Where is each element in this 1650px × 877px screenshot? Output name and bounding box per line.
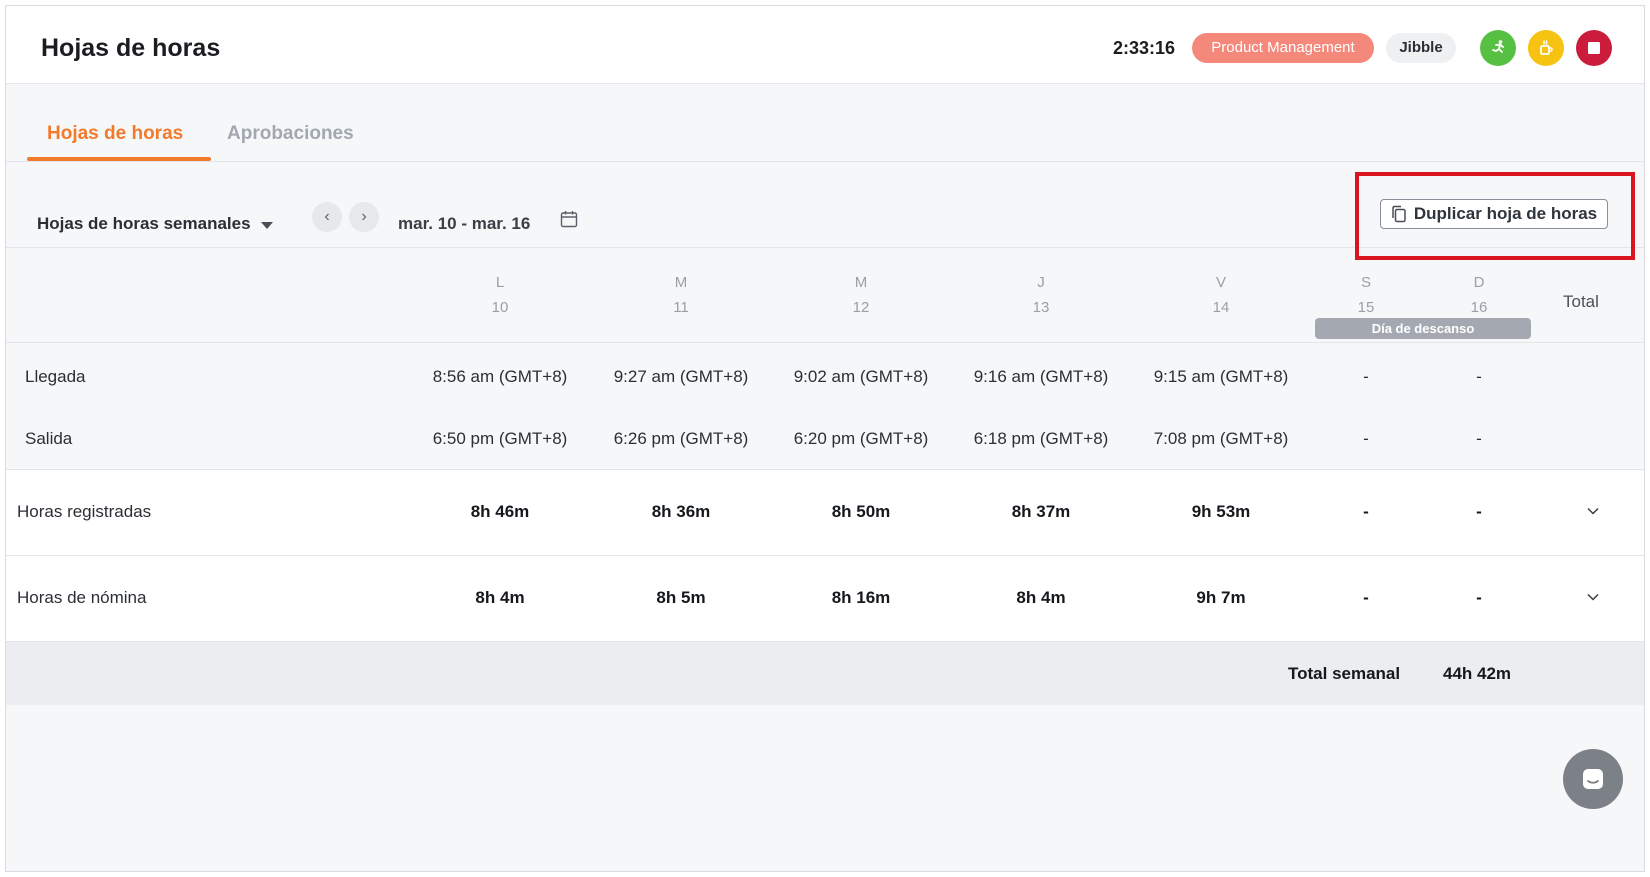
weekly-total-label: Total semanal	[1288, 664, 1401, 683]
calendar-icon[interactable]	[560, 210, 578, 228]
tracked-hours-cell: 8h 36m	[651, 502, 711, 521]
running-icon	[1492, 40, 1504, 53]
clock-times-section: Llegada 8:56 am (GMT+8) 9:27 am (GMT+8) …	[6, 343, 1644, 470]
previous-week-button[interactable]: ‹	[312, 202, 342, 232]
tracked-hours-row[interactable]: Horas registradas 8h 46m 8h 36m 8h 50m 8…	[6, 470, 1644, 556]
payroll-hours-row[interactable]: Horas de nómina 8h 4m 8h 5m 8h 16m 8h 4m…	[6, 556, 1644, 642]
tab-bar: Hojas de horas Aprobaciones	[6, 84, 1644, 162]
arrival-cell[interactable]: 8:56 am (GMT+8)	[415, 367, 585, 387]
payroll-hours-cell: -	[1476, 588, 1482, 607]
departure-label: Salida	[25, 429, 73, 448]
weekly-total-bar: Total semanal 44h 42m	[6, 642, 1644, 705]
chat-icon	[1583, 769, 1603, 789]
view-dropdown[interactable]: Hojas de horas semanales	[37, 214, 273, 234]
app-frame: Hojas de horas 2:33:16 Product Managemen…	[5, 5, 1645, 872]
day-number: 16	[1470, 299, 1488, 316]
caret-down-icon	[260, 221, 273, 229]
organization-chip[interactable]: Jibble	[1386, 33, 1456, 63]
day-letter: L	[495, 274, 505, 291]
tracked-hours-cell: 8h 46m	[470, 502, 530, 521]
day-letter: M	[674, 274, 688, 291]
chevron-down-icon[interactable]	[1586, 504, 1600, 518]
tab-approvals[interactable]: Aprobaciones	[227, 123, 354, 145]
day-header-sun: D 16	[1419, 274, 1539, 316]
day-letter: M	[854, 274, 868, 291]
rest-day-badge: Día de descanso	[1315, 318, 1531, 339]
duplicate-timesheet-label: Duplicar hoja de horas	[1413, 204, 1598, 223]
tab-timesheets[interactable]: Hojas de horas	[47, 123, 183, 145]
break-button[interactable]	[1528, 30, 1564, 66]
tracked-hours-label: Horas registradas	[17, 502, 152, 521]
total-column-header: Total	[1563, 292, 1599, 311]
departure-cell[interactable]: 6:18 pm (GMT+8)	[956, 429, 1126, 449]
date-range-label: mar. 10 - mar. 16	[398, 214, 531, 233]
tracked-hours-cell: 8h 50m	[831, 502, 891, 521]
next-week-button[interactable]: ›	[349, 202, 379, 232]
day-number: 14	[1212, 299, 1230, 316]
top-header: Hojas de horas 2:33:16 Product Managemen…	[6, 6, 1644, 84]
day-number: 13	[1032, 299, 1050, 316]
payroll-hours-cell: 8h 5m	[656, 588, 706, 607]
day-letter: V	[1215, 274, 1226, 291]
page-title: Hojas de horas	[41, 34, 221, 62]
active-tab-indicator	[27, 157, 211, 161]
day-header-fri: V 14	[1161, 274, 1281, 316]
day-header-thu: J 13	[981, 274, 1101, 316]
day-number: 10	[491, 299, 509, 316]
tracked-hours-cell: -	[1476, 502, 1482, 521]
duplicate-timesheet-button[interactable]: Duplicar hoja de horas	[1380, 199, 1608, 229]
departure-cell[interactable]: -	[1394, 429, 1564, 449]
coffee-break-icon	[1540, 40, 1553, 55]
departure-cell[interactable]: 6:26 pm (GMT+8)	[596, 429, 766, 449]
arrival-label: Llegada	[25, 367, 86, 386]
weekly-total-value: 44h 42m	[1443, 664, 1512, 683]
arrival-cell[interactable]: 9:27 am (GMT+8)	[596, 367, 766, 387]
day-letter: S	[1360, 274, 1371, 291]
copy-icon	[1392, 205, 1406, 223]
timesheet-toolbar: Hojas de horas semanales ‹ › mar. 10 - m…	[6, 162, 1644, 260]
view-dropdown-label: Hojas de horas semanales	[37, 214, 251, 233]
arrival-cell[interactable]: 9:02 am (GMT+8)	[776, 367, 946, 387]
day-number: 15	[1357, 299, 1375, 316]
day-header-row: L 10 M 11 M 12 J 13 V 14 S 15 D 16 Día de desca…	[6, 248, 1644, 343]
payroll-hours-cell: 8h 4m	[475, 588, 525, 607]
departure-cell[interactable]: 6:20 pm (GMT+8)	[776, 429, 946, 449]
stop-timer-button[interactable]	[1576, 30, 1612, 66]
day-header-wed: M 12	[801, 274, 921, 316]
departure-cell[interactable]: 6:50 pm (GMT+8)	[415, 429, 585, 449]
chevron-down-icon[interactable]	[1586, 590, 1600, 604]
day-header-tue: M 11	[621, 274, 741, 316]
payroll-hours-label: Horas de nómina	[17, 588, 147, 607]
payroll-hours-cell: 8h 16m	[831, 588, 891, 607]
chat-support-button[interactable]	[1563, 749, 1623, 809]
tracked-hours-cell: 8h 37m	[1011, 502, 1071, 521]
day-header-mon: L 10	[440, 274, 560, 316]
project-chip[interactable]: Product Management	[1192, 33, 1374, 63]
day-header-sat: S 15	[1306, 274, 1426, 316]
clock-timer: 2:33:16	[1113, 38, 1176, 58]
day-letter: D	[1473, 274, 1485, 291]
payroll-hours-cell: 8h 4m	[1016, 588, 1066, 607]
arrival-cell[interactable]: -	[1394, 367, 1564, 387]
stop-icon	[1588, 42, 1600, 54]
day-letter: J	[1037, 274, 1045, 291]
day-number: 11	[673, 299, 689, 316]
resume-work-button[interactable]	[1480, 30, 1516, 66]
day-number: 12	[852, 299, 870, 316]
arrival-cell[interactable]: 9:16 am (GMT+8)	[956, 367, 1126, 387]
